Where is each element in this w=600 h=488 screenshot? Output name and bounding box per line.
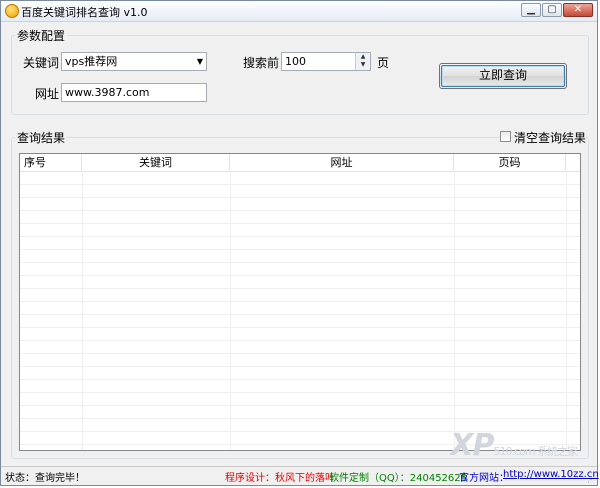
grid-row-line: [20, 327, 580, 328]
spin-down-icon[interactable]: ▼: [356, 61, 370, 69]
grid-row-line: [20, 223, 580, 224]
app-window: 百度关键词排名查询 v1.0 ▁ ▢ ✕ 参数配置 关键词 vps推荐网 ▼ 网…: [0, 0, 599, 486]
grid-row-line: [20, 379, 580, 380]
grid-row-line: [20, 366, 580, 367]
query-now-label: 立即查询: [478, 68, 527, 82]
status-text: 状态：查询完毕！: [5, 473, 85, 484]
grid-row-line: [20, 314, 580, 315]
grid-column-line: [566, 171, 567, 450]
search-depth-stepper[interactable]: 100 ▲ ▼: [281, 52, 371, 71]
grid-column-line: [82, 171, 83, 450]
maximize-button[interactable]: ▢: [542, 3, 562, 17]
watermark-logo: XP510.com 系统之家: [450, 428, 578, 463]
search-depth-value: 100: [285, 55, 306, 68]
spin-up-icon[interactable]: ▲: [356, 53, 370, 61]
grid-row-line: [20, 418, 580, 419]
grid-row-line: [20, 262, 580, 263]
url-input[interactable]: www.3987.com: [61, 83, 207, 102]
title-bar: 百度关键词排名查询 v1.0 ▁ ▢ ✕: [1, 1, 597, 22]
column-header-page[interactable]: 页码: [454, 154, 566, 171]
table-header: 序号 关键词 网址 页码: [20, 154, 580, 172]
grid-column-line: [454, 171, 455, 450]
grid-row-line: [20, 392, 580, 393]
clear-results-label[interactable]: 清空查询结果: [514, 129, 587, 146]
url-label: 网址: [35, 87, 60, 101]
designer-credit: 程序设计：秋风下的落叶: [225, 473, 335, 484]
app-smiley-icon: [5, 4, 19, 18]
close-button[interactable]: ✕: [563, 3, 593, 17]
column-header-keyword[interactable]: 关键词: [82, 154, 230, 171]
maximize-icon: ▢: [547, 4, 557, 15]
minimize-button[interactable]: ▁: [521, 3, 541, 17]
grid-row-line: [20, 288, 580, 289]
grid-column-line: [230, 171, 231, 450]
grid-row-line: [20, 301, 580, 302]
grid-row-line: [20, 236, 580, 237]
keyword-dropdown[interactable]: vps推荐网 ▼: [61, 52, 207, 71]
chevron-down-icon[interactable]: ▼: [197, 53, 203, 70]
config-legend: 参数配置: [15, 27, 68, 44]
status-bar: 状态：查询完毕！ 程序设计：秋风下的落叶 软件定制（QQ）：240452625 …: [1, 466, 599, 485]
grid-row-line: [20, 197, 580, 198]
resize-grip-icon[interactable]: ⋰: [587, 475, 595, 484]
search-depth-label: 搜索前: [243, 56, 280, 70]
window-title: 百度关键词排名查询 v1.0: [21, 6, 148, 19]
site-prefix: 官方网站：: [459, 473, 509, 484]
custom-contact: 软件定制（QQ）：240452625: [329, 473, 468, 484]
grid-row-line: [20, 249, 580, 250]
grid-row-line: [20, 353, 580, 354]
column-header-url[interactable]: 网址: [230, 154, 454, 171]
keyword-value: vps推荐网: [65, 55, 118, 68]
url-value: www.3987.com: [65, 86, 150, 99]
grid-row-line: [20, 275, 580, 276]
results-table[interactable]: 序号 关键词 网址 页码: [19, 153, 581, 451]
grid-row-line: [20, 210, 580, 211]
grid-row-line: [20, 184, 580, 185]
grid-row-line: [20, 340, 580, 341]
official-site-link[interactable]: http://www.10zz.cn: [503, 469, 599, 480]
grid-row-line: [20, 405, 580, 406]
query-now-button[interactable]: 立即查询: [439, 63, 567, 89]
keyword-label: 关键词: [23, 56, 60, 70]
column-header-index[interactable]: 序号: [20, 154, 82, 171]
minimize-icon: ▁: [527, 4, 535, 15]
pages-suffix: 页: [377, 56, 390, 70]
clear-results-checkbox[interactable]: [500, 131, 511, 142]
close-icon: ✕: [573, 4, 583, 15]
results-legend: 查询结果: [15, 129, 68, 146]
